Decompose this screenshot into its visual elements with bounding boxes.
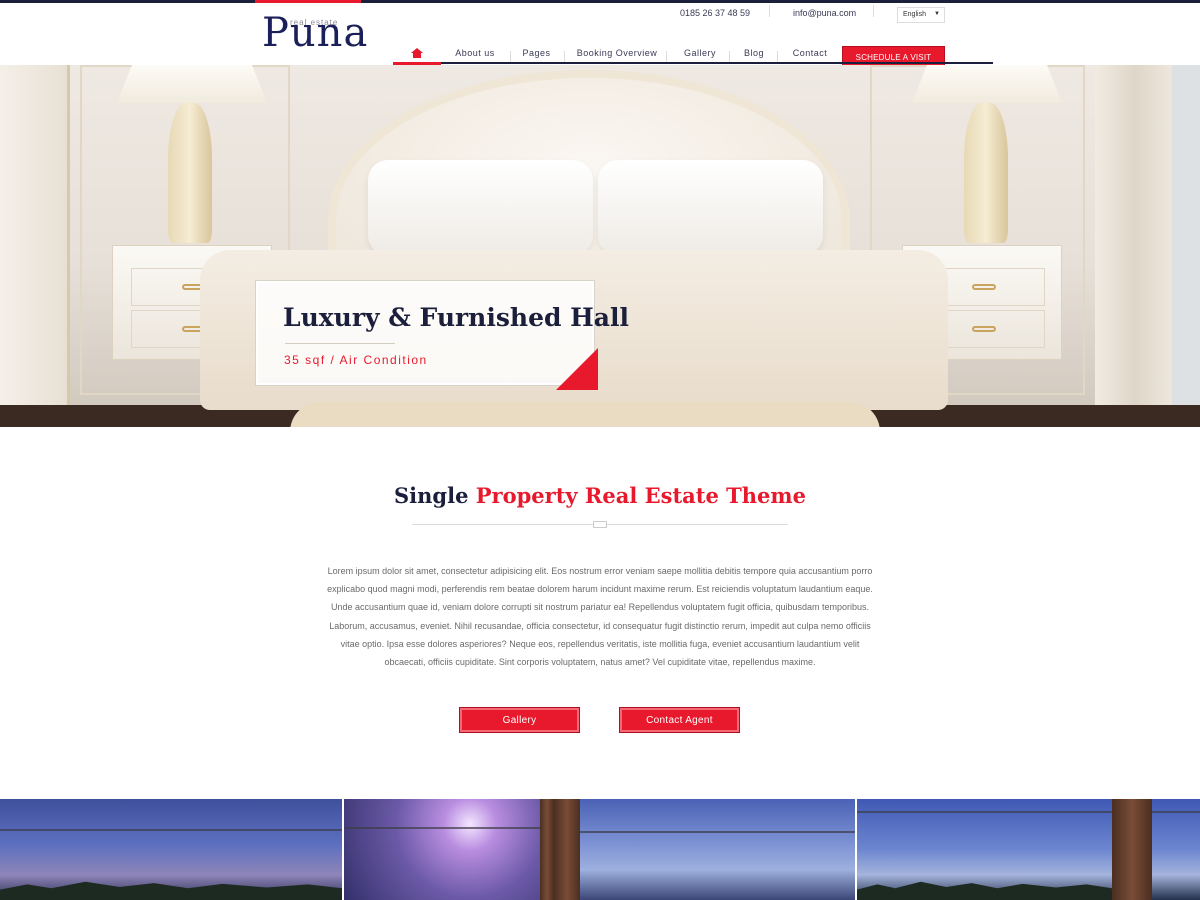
caret-down-icon: ▼ bbox=[934, 11, 940, 17]
nav-underline bbox=[441, 62, 993, 64]
tree-line bbox=[0, 881, 342, 900]
nav-home[interactable] bbox=[393, 43, 441, 65]
tree-line bbox=[857, 881, 1112, 900]
wood-pillar bbox=[554, 799, 580, 900]
drawer-handle bbox=[972, 326, 996, 332]
topbar-divider bbox=[769, 5, 770, 17]
contact-email-link[interactable]: info@puna.com bbox=[793, 8, 856, 18]
drawer-handle bbox=[972, 284, 996, 290]
title-divider-ornament bbox=[593, 521, 607, 528]
pillow bbox=[598, 160, 823, 255]
logo-tagline: real estate bbox=[290, 18, 339, 27]
lamp-shade bbox=[912, 65, 1062, 103]
lamp-base bbox=[964, 103, 1008, 243]
pillow bbox=[368, 160, 593, 255]
hero-caption-card: Luxury & Furnished Hall 35 sqf / Air Con… bbox=[255, 280, 629, 386]
contact-phone: 0185 26 37 48 59 bbox=[680, 8, 751, 18]
home-icon bbox=[411, 48, 423, 58]
gallery-image[interactable] bbox=[554, 799, 855, 900]
gallery-image[interactable] bbox=[0, 799, 342, 900]
hero-title: Luxury & Furnished Hall bbox=[283, 303, 629, 332]
glass-rail bbox=[580, 831, 855, 833]
gallery-image[interactable] bbox=[857, 799, 1200, 900]
lamp-base bbox=[168, 103, 212, 243]
section-title-accent: Property Real Estate Theme bbox=[475, 483, 806, 508]
hero-window bbox=[1172, 65, 1200, 427]
topbar-divider bbox=[873, 5, 874, 17]
bed-bench bbox=[290, 402, 880, 427]
lamp-shade bbox=[117, 65, 267, 103]
hero-subtitle: 35 sqf / Air Condition bbox=[284, 353, 428, 367]
contact-agent-button[interactable]: Contact Agent bbox=[619, 707, 740, 733]
language-value: English bbox=[903, 11, 926, 18]
glass-rail bbox=[344, 827, 554, 829]
gallery-strip bbox=[0, 799, 1200, 900]
wood-pillar bbox=[1112, 799, 1152, 900]
hero-divider bbox=[285, 343, 395, 344]
glass-rail bbox=[0, 829, 342, 831]
section-title: Single Property Real Estate Theme bbox=[0, 483, 1200, 508]
site-logo[interactable]: Puna real estate bbox=[262, 9, 367, 59]
hero-banner: Luxury & Furnished Hall 35 sqf / Air Con… bbox=[0, 65, 1200, 427]
gallery-image[interactable] bbox=[344, 799, 554, 900]
wood-pillar bbox=[540, 799, 554, 900]
hero-door bbox=[0, 65, 70, 427]
site-header: Puna real estate 0185 26 37 48 59 info@p… bbox=[0, 3, 1200, 68]
language-select[interactable]: English ▼ bbox=[897, 7, 945, 23]
hero-curtain bbox=[1095, 65, 1175, 427]
gallery-button[interactable]: Gallery bbox=[459, 707, 580, 733]
section-title-plain: Single bbox=[394, 483, 469, 508]
intro-paragraph: Lorem ipsum dolor sit amet, consectetur … bbox=[327, 566, 873, 668]
